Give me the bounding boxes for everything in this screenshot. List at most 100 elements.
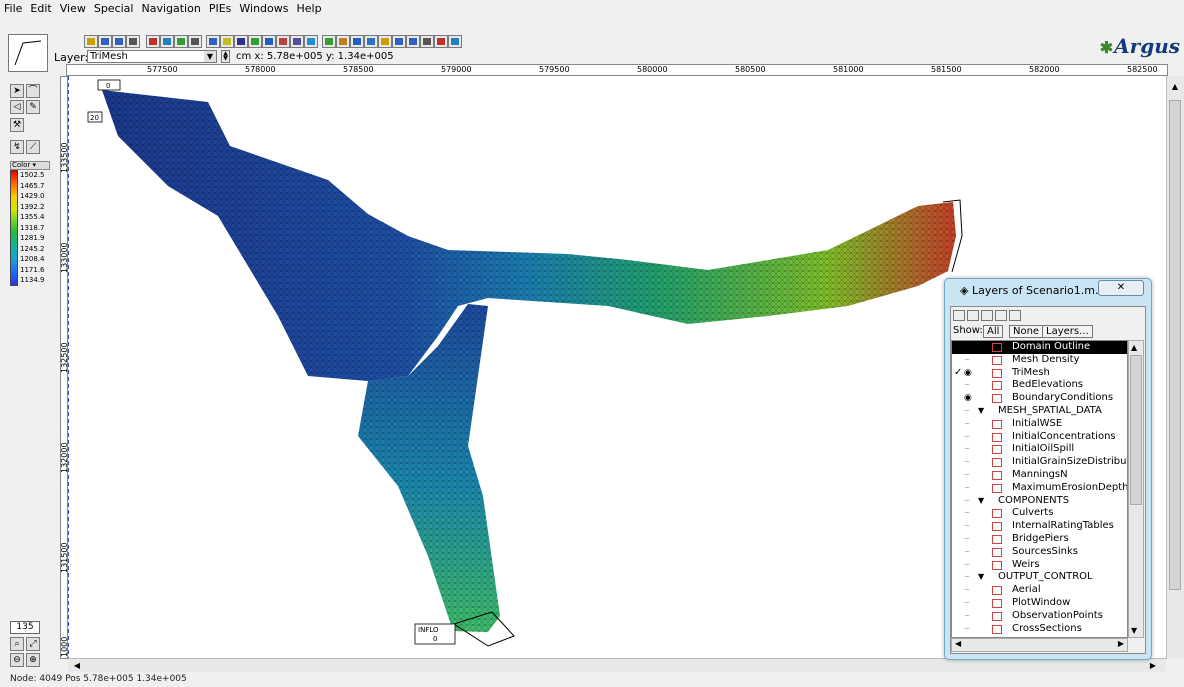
layer-row[interactable]: ⌣ Aerial <box>952 584 1127 597</box>
layer-row[interactable]: ⌣ ObservationPoints <box>952 610 1127 623</box>
menu-item-pies[interactable]: PIEs <box>205 0 236 15</box>
group-expand-icon[interactable]: ▼ <box>978 571 988 584</box>
group-expand-icon[interactable]: ▼ <box>978 495 988 508</box>
layer-row[interactable]: ⌣ PlotWindow <box>952 597 1127 610</box>
toolbar-button-15-icon[interactable] <box>290 35 304 48</box>
layer-row[interactable]: ✓ ◉ TriMesh <box>952 367 1127 380</box>
scroll-down-arrow-icon[interactable]: ▼ <box>1131 626 1137 635</box>
horizontal-scrollbar[interactable]: ◀ ▶ <box>68 658 1166 672</box>
pointer-icon[interactable]: ➤ <box>10 84 24 98</box>
eye-closed-icon[interactable]: ⌣ <box>964 354 978 367</box>
scroll-left-arrow-icon[interactable]: ◀ <box>955 639 961 648</box>
layer-row[interactable]: ⌣ InitialWSE <box>952 418 1127 431</box>
toolbar-button-9-icon[interactable] <box>206 35 220 48</box>
layer-row[interactable]: ⌣ ▼ COMPONENTS <box>952 495 1127 508</box>
eye-closed-icon[interactable]: ⌣ <box>964 405 978 418</box>
eye-closed-icon[interactable]: ⌣ <box>964 482 978 495</box>
menu-item-edit[interactable]: Edit <box>26 0 55 15</box>
toolbar-button-10-icon[interactable] <box>220 35 234 48</box>
toolbar-button-26-icon[interactable] <box>448 35 462 48</box>
lightning-icon[interactable]: ↯ <box>10 140 24 154</box>
toolbar-button-12-icon[interactable] <box>248 35 262 48</box>
menu-item-windows[interactable]: Windows <box>235 0 292 15</box>
layer-row[interactable]: ◉ BoundaryConditions <box>952 392 1127 405</box>
layer-row[interactable]: ⌣ MaximumErosionDepth <box>952 482 1127 495</box>
layer-check-icon[interactable]: ✓ <box>954 367 962 380</box>
eye-closed-icon[interactable]: ⌣ <box>964 418 978 431</box>
toolbar-button-11-icon[interactable] <box>234 35 248 48</box>
colorbar-selector[interactable]: Color ▾ <box>10 161 50 170</box>
layer-copy-icon[interactable] <box>967 310 979 321</box>
menu-item-view[interactable]: View <box>56 0 90 15</box>
layer-list-scroll-thumb[interactable] <box>1130 355 1142 505</box>
layer-row[interactable]: ⌣ BedElevations <box>952 379 1127 392</box>
layers-button[interactable]: Layers... <box>1042 325 1093 338</box>
toolbar-button-25-icon[interactable] <box>434 35 448 48</box>
layer-row[interactable]: ◉ Domain Outline <box>952 341 1127 354</box>
chevron-down-icon[interactable]: ▼ <box>204 51 216 62</box>
eye-closed-icon[interactable]: ⌣ <box>964 571 978 584</box>
layer-row[interactable]: ⌣ Weirs <box>952 559 1127 572</box>
eye-closed-icon[interactable]: ⌣ <box>964 379 978 392</box>
toolbar-button-19-icon[interactable] <box>350 35 364 48</box>
eye-closed-icon[interactable]: ⌣ <box>964 520 978 533</box>
toolbar-button-13-icon[interactable] <box>262 35 276 48</box>
toolbar-button-8-icon[interactable] <box>188 35 202 48</box>
eye-closed-icon[interactable]: ⌣ <box>964 431 978 444</box>
toolbar-button-6-icon[interactable] <box>160 35 174 48</box>
layer-row[interactable]: ⌣ BridgePiers <box>952 533 1127 546</box>
layer-row[interactable]: ⌣ InitialGrainSizeDistributio <box>952 456 1127 469</box>
vertical-scrollbar[interactable]: ▲ <box>1166 76 1184 659</box>
show-all-button[interactable]: All <box>983 325 1004 338</box>
hammer-icon[interactable]: ⚒ <box>10 118 24 132</box>
layer-blank-icon[interactable] <box>1009 310 1021 321</box>
scroll-up-arrow-icon[interactable]: ▲ <box>1168 80 1182 94</box>
zoom-out-icon[interactable]: ⊖ <box>10 653 24 667</box>
eye-open-icon[interactable]: ◉ <box>964 367 978 380</box>
layer-row[interactable]: ⌣ CrossSections <box>952 623 1127 636</box>
menu-item-file[interactable]: File <box>0 0 26 15</box>
close-button[interactable]: ✕ <box>1098 280 1144 296</box>
toolbar-button-18-icon[interactable] <box>336 35 350 48</box>
eye-closed-icon[interactable]: ⌣ <box>964 584 978 597</box>
zoom-in-icon[interactable]: ⌕ <box>10 637 24 651</box>
magic-wand-icon[interactable]: ✎ <box>26 100 40 114</box>
eye-closed-icon[interactable]: ⌣ <box>964 495 978 508</box>
eye-open-icon[interactable]: ◉ <box>964 392 978 405</box>
eye-closed-icon[interactable]: ⌣ <box>964 546 978 559</box>
scroll-left-arrow-icon[interactable]: ◀ <box>70 659 84 673</box>
layer-list-vertical-scrollbar[interactable]: ▲ ▼ <box>1128 340 1144 638</box>
layer-row[interactable]: ⌣ Mesh Density <box>952 354 1127 367</box>
toolbar-button-24-icon[interactable] <box>420 35 434 48</box>
show-none-button[interactable]: None <box>1009 325 1044 338</box>
eye-closed-icon[interactable]: ⌣ <box>964 559 978 572</box>
eye-closed-icon[interactable]: ⌣ <box>964 507 978 520</box>
eye-closed-icon[interactable]: ⌣ <box>964 533 978 546</box>
eye-open-icon[interactable]: ◉ <box>964 341 978 354</box>
eye-closed-icon[interactable]: ⌣ <box>964 456 978 469</box>
toolbar-button-7-icon[interactable] <box>174 35 188 48</box>
scroll-up-arrow-icon[interactable]: ▲ <box>1131 343 1137 352</box>
layer-row[interactable]: ⌣ InternalRatingTables <box>952 520 1127 533</box>
layer-new-icon[interactable] <box>953 310 965 321</box>
menu-item-help[interactable]: Help <box>293 0 326 15</box>
eye-closed-icon[interactable]: ⌣ <box>964 610 978 623</box>
eye-closed-icon[interactable]: ⌣ <box>964 597 978 610</box>
layer-row[interactable]: ⌣ InitialConcentrations <box>952 431 1127 444</box>
layer-delete-icon[interactable] <box>995 310 1007 321</box>
layer-list-horizontal-scrollbar[interactable]: ◀ ▶ <box>951 638 1128 652</box>
toolbar-button-16-icon[interactable] <box>304 35 318 48</box>
eye-closed-icon[interactable]: ⌣ <box>964 443 978 456</box>
toolbar-button-17-icon[interactable] <box>322 35 336 48</box>
menu-item-navigation[interactable]: Navigation <box>137 0 204 15</box>
lasso-icon[interactable]: ⌒ <box>26 84 40 98</box>
zoom-level[interactable]: 135 <box>10 621 40 634</box>
layer-row[interactable]: ⌣ ManningsN <box>952 469 1127 482</box>
toolbar-button-14-icon[interactable] <box>276 35 290 48</box>
layer-edit-icon[interactable] <box>981 310 993 321</box>
line-icon[interactable]: ⟋ <box>26 140 40 154</box>
toolbar-button-23-icon[interactable] <box>406 35 420 48</box>
eye-closed-icon[interactable]: ⌣ <box>964 623 978 636</box>
toolbar-button-20-icon[interactable] <box>364 35 378 48</box>
layer-row[interactable]: ⌣ ▼ OUTPUT_CONTROL <box>952 571 1127 584</box>
